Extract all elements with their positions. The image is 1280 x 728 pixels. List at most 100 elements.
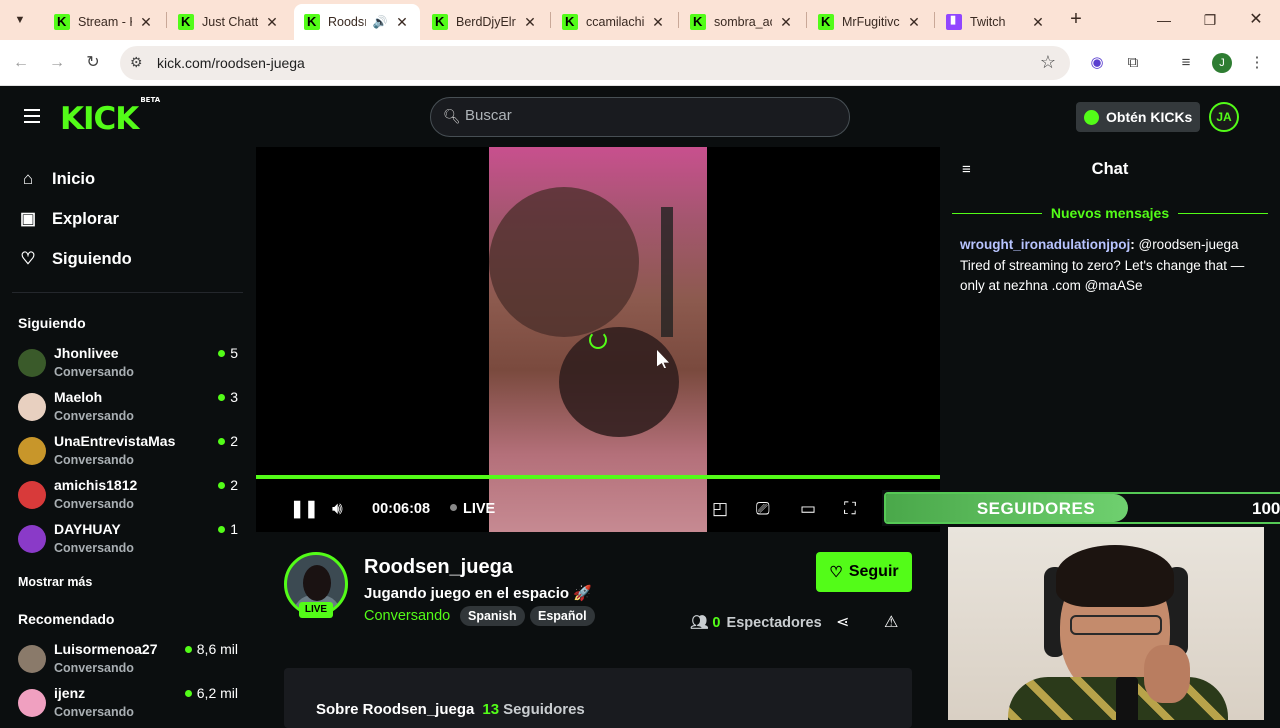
close-window-icon[interactable]: ✕ bbox=[1244, 8, 1268, 32]
minimize-icon[interactable]: — bbox=[1152, 8, 1176, 32]
media-controls-icon[interactable]: ≡ bbox=[1175, 52, 1197, 74]
viewer-count: 1 bbox=[230, 521, 238, 537]
fullscreen-icon[interactable]: ⛶ bbox=[844, 499, 856, 519]
tab-close-icon[interactable]: ✕ bbox=[264, 14, 280, 31]
tab-close-icon[interactable]: ✕ bbox=[650, 14, 666, 31]
channel-category: Conversando bbox=[54, 453, 134, 467]
viewer-count: 2 bbox=[230, 433, 238, 449]
webcam-content bbox=[1144, 645, 1190, 703]
extensions-puzzle-icon[interactable]: ⧉ bbox=[1122, 52, 1144, 74]
browser-tab[interactable]: Just Chatti ✕ bbox=[168, 4, 290, 40]
channel-category: Conversando bbox=[54, 661, 134, 675]
browser-tab[interactable]: BerdDjyElr ✕ bbox=[422, 4, 548, 40]
pause-icon[interactable]: ❚❚ bbox=[290, 499, 319, 519]
channel-category: Conversando bbox=[54, 365, 134, 379]
browser-tab[interactable]: Stream - K ✕ bbox=[44, 4, 164, 40]
chat-username[interactable]: wrought_ironadulationjpoj bbox=[960, 237, 1130, 252]
video-timecode: 00:06:08 bbox=[372, 501, 431, 517]
user-avatar[interactable]: JA bbox=[1209, 102, 1239, 132]
kick-favicon-icon bbox=[178, 14, 194, 30]
show-more-link[interactable]: Mostrar más bbox=[18, 575, 92, 589]
search-input[interactable] bbox=[465, 107, 835, 124]
live-dot-icon bbox=[218, 438, 226, 445]
viewer-count: 2 bbox=[230, 477, 238, 493]
chat-title: Chat bbox=[1091, 160, 1129, 178]
about-panel: Sobre Roodsen_juega 13 Seguidores bbox=[284, 668, 912, 728]
tab-close-icon[interactable]: ✕ bbox=[138, 14, 154, 31]
sidebar-nav-following[interactable]: ♡ Siguiendo bbox=[18, 244, 132, 274]
browser-tab-active[interactable]: Roodsı 🔊 ✕ bbox=[294, 4, 420, 40]
restore-window-icon[interactable]: ❐ bbox=[1198, 8, 1222, 32]
chat-message: wrought_ironadulationjpoj: @roodsen-jueg… bbox=[960, 237, 1245, 293]
get-kicks-label: Obtén KICKs bbox=[1106, 109, 1193, 125]
stream-category-link[interactable]: Conversando bbox=[364, 608, 450, 624]
browser-tab[interactable]: ccamilachi ✕ bbox=[552, 4, 676, 40]
mini-player-icon[interactable]: ◰ bbox=[712, 499, 728, 519]
viewers-label: Espectadores bbox=[726, 615, 822, 631]
browser-menu-icon[interactable]: ⋮ bbox=[1246, 52, 1268, 74]
address-bar[interactable]: ⚙ kick.com/roodsen-juega ☆ bbox=[120, 46, 1070, 80]
forward-arrow-icon[interactable]: → bbox=[44, 50, 70, 76]
tab-close-icon[interactable]: ✕ bbox=[906, 14, 922, 31]
video-progress-bar[interactable] bbox=[256, 475, 940, 479]
sidebar-channel[interactable]: ijenz Conversando 6,2 mil bbox=[18, 685, 240, 725]
new-tab-plus-icon[interactable]: + bbox=[1064, 8, 1088, 32]
twitch-favicon-icon bbox=[946, 13, 962, 30]
sidebar-channel[interactable]: UnaEntrevistaMas Conversando 2 bbox=[18, 433, 240, 473]
bookmark-star-icon[interactable]: ☆ bbox=[1040, 52, 1056, 73]
share-icon[interactable]: ⋖ bbox=[836, 612, 849, 632]
live-dot-icon bbox=[218, 350, 226, 357]
reload-icon[interactable]: ↻ bbox=[80, 50, 106, 76]
tab-title: ccamilachi bbox=[586, 15, 644, 29]
sidebar-channel[interactable]: Luisormenoa27 Conversando 8,6 mil bbox=[18, 641, 240, 681]
browser-tab[interactable]: sombra_ac ✕ bbox=[680, 4, 804, 40]
tab-audio-icon[interactable]: 🔊 bbox=[372, 15, 388, 29]
tab-search-icon[interactable]: ▼ bbox=[8, 8, 32, 32]
live-indicator: LIVE bbox=[450, 501, 495, 517]
sidebar-channel[interactable]: amichis1812 Conversando 2 bbox=[18, 477, 240, 517]
back-arrow-icon[interactable]: ← bbox=[8, 50, 34, 76]
channel-name: ijenz bbox=[54, 685, 86, 701]
browser-profile-avatar[interactable]: J bbox=[1212, 53, 1232, 73]
channel-name[interactable]: Roodsen_juega bbox=[364, 556, 513, 579]
volume-icon[interactable]: 🔊︎ bbox=[332, 499, 343, 519]
extension-face-icon[interactable]: ◉ bbox=[1086, 52, 1108, 74]
video-player[interactable]: ❚❚ 🔊︎ 00:06:08 LIVE ◰ ⎚ ▭ ⛶ bbox=[256, 147, 940, 532]
channel-avatar bbox=[18, 645, 46, 673]
channel-avatar bbox=[18, 349, 46, 377]
tab-title: Roodsı bbox=[328, 15, 366, 29]
follow-button[interactable]: ♡ Seguir bbox=[816, 552, 912, 592]
tab-close-icon[interactable]: ✕ bbox=[778, 14, 794, 31]
report-warning-icon[interactable]: ⚠ bbox=[884, 612, 898, 632]
sidebar-channel[interactable]: DAYHUAY Conversando 1 bbox=[18, 521, 240, 561]
channel-name: Luisormenoa27 bbox=[54, 641, 158, 657]
tab-close-icon[interactable]: ✕ bbox=[394, 14, 410, 31]
nav-label: Inicio bbox=[52, 169, 96, 188]
tab-separator bbox=[806, 12, 807, 28]
sidebar-nav-home[interactable]: ⌂ Inicio bbox=[18, 164, 95, 194]
stream-tag[interactable]: Español bbox=[530, 606, 595, 626]
site-settings-icon[interactable]: ⚙ bbox=[130, 54, 143, 71]
get-kicks-button[interactable]: Obtén KICKs bbox=[1076, 102, 1201, 132]
channel-viewers: 2 bbox=[218, 477, 238, 493]
browser-tab[interactable]: MrFugitivc ✕ bbox=[808, 4, 932, 40]
kick-logo[interactable]: KICKBETA bbox=[60, 96, 160, 137]
tab-close-icon[interactable]: ✕ bbox=[522, 14, 538, 31]
follow-label: Seguir bbox=[848, 563, 899, 580]
tab-title: BerdDjyElr bbox=[456, 15, 516, 29]
sidebar-nav-browse[interactable]: ▣ Explorar bbox=[18, 204, 119, 234]
sidebar-channel[interactable]: Jhonlivee Conversando 5 bbox=[18, 345, 240, 385]
sidebar-channel[interactable]: Maeloh Conversando 3 bbox=[18, 389, 240, 429]
cast-icon[interactable]: ⎚ bbox=[756, 499, 770, 519]
following-heading: Siguiendo bbox=[18, 315, 86, 331]
webcam-content bbox=[1056, 545, 1174, 607]
new-messages-label: Nuevos mensajes bbox=[952, 205, 1268, 221]
theater-mode-icon[interactable]: ▭ bbox=[800, 499, 816, 519]
hamburger-menu-icon[interactable] bbox=[24, 109, 40, 123]
search-box[interactable]: 🔍︎ bbox=[430, 97, 850, 137]
tab-close-icon[interactable]: ✕ bbox=[1030, 14, 1046, 31]
stream-tag[interactable]: Spanish bbox=[460, 606, 525, 626]
nav-label: Siguiendo bbox=[52, 249, 132, 268]
browser-tab[interactable]: Twitch ✕ bbox=[936, 4, 1056, 40]
url-text[interactable]: kick.com/roodsen-juega bbox=[157, 55, 305, 71]
